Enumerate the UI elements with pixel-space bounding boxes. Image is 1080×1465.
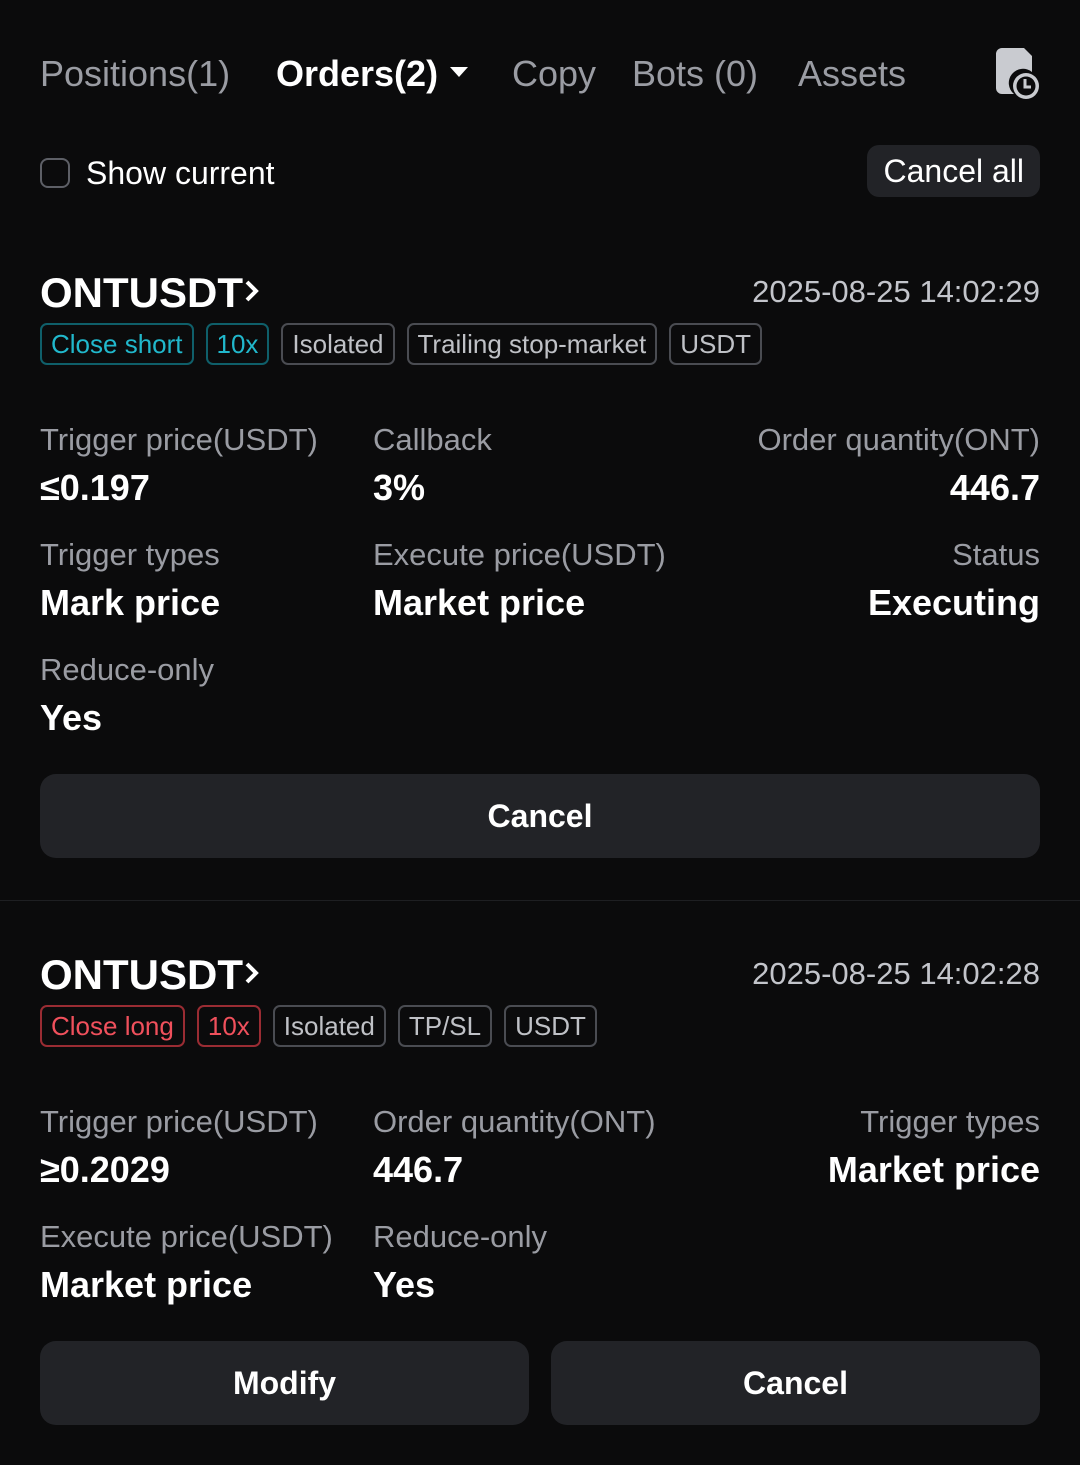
field-value: Yes	[373, 1264, 436, 1305]
order-timestamp: 2025-08-25 14:02:28	[752, 956, 1040, 991]
field-value: Yes	[40, 697, 103, 738]
order-timestamp: 2025-08-25 14:02:29	[752, 274, 1040, 309]
callback-field: Callback 3%	[373, 420, 492, 512]
field-value: 3%	[373, 467, 426, 508]
tab-bots[interactable]: Bots (0)	[632, 50, 758, 98]
field-value: 446.7	[373, 1149, 464, 1190]
field-label: Reduce-only	[40, 652, 215, 687]
cancel-order-button[interactable]: Cancel	[40, 774, 1040, 858]
order-tags: Close long 10x Isolated TP/SL USDT	[40, 1005, 597, 1047]
field-label: Order quantity(ONT)	[757, 422, 1040, 457]
field-label: Order quantity(ONT)	[373, 1104, 656, 1139]
trigger-types-field: Trigger types Mark price	[40, 535, 220, 627]
field-label: Reduce-only	[373, 1219, 548, 1254]
show-current-toggle[interactable]: Show current	[40, 153, 275, 193]
order-type-tag: Trailing stop-market	[406, 323, 658, 365]
cancel-order-button[interactable]: Cancel	[551, 1341, 1040, 1425]
field-value: Market price	[373, 582, 586, 623]
reduce-only-field: Reduce-only Yes	[373, 1217, 547, 1309]
leverage-tag: 10x	[205, 323, 270, 365]
side-tag: Close long	[40, 1005, 185, 1047]
field-value: Market price	[40, 1264, 253, 1305]
reduce-only-field: Reduce-only Yes	[40, 650, 214, 742]
modify-order-button[interactable]: Modify	[40, 1341, 529, 1425]
trigger-types-field: Trigger types Market price	[828, 1102, 1040, 1194]
order-quantity-field: Order quantity(ONT) 446.7	[373, 1102, 656, 1194]
execute-price-field: Execute price(USDT) Market price	[373, 535, 666, 627]
field-label: Trigger types	[860, 1104, 1040, 1139]
field-label: Callback	[373, 422, 492, 457]
order-symbol[interactable]: ONTUSDT	[40, 950, 243, 1000]
show-current-checkbox[interactable]	[40, 158, 70, 188]
tab-copy[interactable]: Copy	[512, 50, 596, 98]
margin-mode-tag: Isolated	[272, 1005, 386, 1047]
cancel-all-button[interactable]: Cancel all	[867, 145, 1040, 197]
order-symbol[interactable]: ONTUSDT	[40, 268, 243, 318]
field-label: Execute price(USDT)	[373, 537, 666, 572]
field-value: Executing	[867, 582, 1040, 623]
chevron-right-icon[interactable]	[242, 278, 262, 304]
caret-down-icon[interactable]	[450, 67, 469, 78]
field-label: Trigger price(USDT)	[40, 422, 318, 457]
execute-price-field: Execute price(USDT) Market price	[40, 1217, 333, 1309]
chevron-right-icon[interactable]	[242, 960, 262, 986]
field-value: ≤0.197	[40, 467, 150, 508]
card-divider	[0, 900, 1080, 901]
field-value: Mark price	[40, 582, 221, 623]
tab-assets[interactable]: Assets	[798, 50, 906, 98]
field-value: 446.7	[949, 467, 1040, 508]
trigger-price-field: Trigger price(USDT) ≤0.197	[40, 420, 318, 512]
settle-currency-tag: USDT	[504, 1005, 597, 1047]
field-label: Trigger types	[40, 537, 220, 572]
field-label: Status	[952, 537, 1040, 572]
trigger-price-field: Trigger price(USDT) ≥0.2029	[40, 1102, 318, 1194]
order-history-icon[interactable]	[992, 46, 1040, 100]
field-value: Market price	[827, 1149, 1040, 1190]
order-type-tag: TP/SL	[397, 1005, 493, 1047]
leverage-tag: 10x	[196, 1005, 261, 1047]
status-field: Status Executing	[868, 535, 1040, 627]
side-tag: Close short	[40, 323, 194, 365]
field-label: Trigger price(USDT)	[40, 1104, 318, 1139]
tab-orders-label: Orders(2)	[276, 53, 439, 94]
settle-currency-tag: USDT	[669, 323, 763, 365]
order-tabs: Positions(1) Orders(2) Copy Bots (0) Ass…	[40, 48, 1040, 100]
show-current-label: Show current	[86, 154, 275, 191]
order-quantity-field: Order quantity(ONT) 446.7	[757, 420, 1040, 512]
tab-positions[interactable]: Positions(1)	[40, 50, 230, 98]
margin-mode-tag: Isolated	[281, 323, 395, 365]
field-label: Execute price(USDT)	[40, 1219, 333, 1254]
tab-orders[interactable]: Orders(2)	[276, 50, 469, 98]
order-tags: Close short 10x Isolated Trailing stop-m…	[40, 323, 763, 365]
field-value: ≥0.2029	[40, 1149, 170, 1190]
